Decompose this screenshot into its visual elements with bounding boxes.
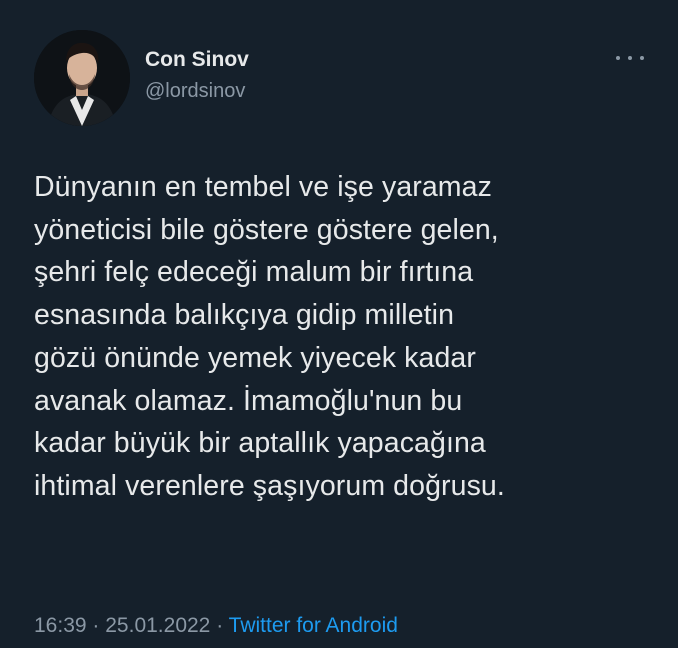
meta-separator: · <box>216 614 224 637</box>
tweet-text-line: yöneticisi bile göstere göstere gelen, <box>34 213 499 246</box>
more-options-button[interactable] <box>616 50 644 66</box>
ellipsis-icon <box>640 56 644 60</box>
avatar[interactable] <box>34 30 130 126</box>
tweet-card: Con Sinov @lordsinov Dünyanın en tembel … <box>0 0 678 648</box>
tweet-header: Con Sinov @lordsinov <box>34 30 644 130</box>
ellipsis-icon <box>616 56 620 60</box>
tweet-source-link[interactable]: Twitter for Android <box>229 614 398 637</box>
tweet-text-line: avanak olamaz. İmamoğlu'nun bu <box>34 384 463 417</box>
display-name[interactable]: Con Sinov <box>145 47 249 73</box>
meta-separator: · <box>92 614 100 637</box>
tweet-text-line: Dünyanın en tembel ve işe yaramaz <box>34 171 492 203</box>
tweet-meta: 16:39 · 25.01.2022 · Twitter for Android <box>34 613 398 639</box>
tweet-text-line: şehri felç edeceği malum bir fırtına <box>34 256 474 289</box>
ellipsis-icon <box>628 56 632 60</box>
tweet-text: Dünyanın en tembel ve işe yaramaz yöneti… <box>34 166 654 508</box>
tweet-text-line: ihtimal verenlere şaşıyorum doğrusu. <box>34 469 505 502</box>
tweet-text-line: kadar büyük bir aptallık yapacağına <box>34 427 486 460</box>
profile-photo-icon <box>34 30 130 126</box>
user-info: Con Sinov @lordsinov <box>145 47 249 104</box>
tweet-text-line: gözü önünde yemek yiyecek kadar <box>34 341 476 374</box>
user-handle[interactable]: @lordsinov <box>145 78 249 104</box>
tweet-date[interactable]: 25.01.2022 <box>105 614 210 637</box>
tweet-text-line: esnasında balıkçıya gidip milletin <box>34 299 455 332</box>
tweet-time[interactable]: 16:39 <box>34 614 87 637</box>
